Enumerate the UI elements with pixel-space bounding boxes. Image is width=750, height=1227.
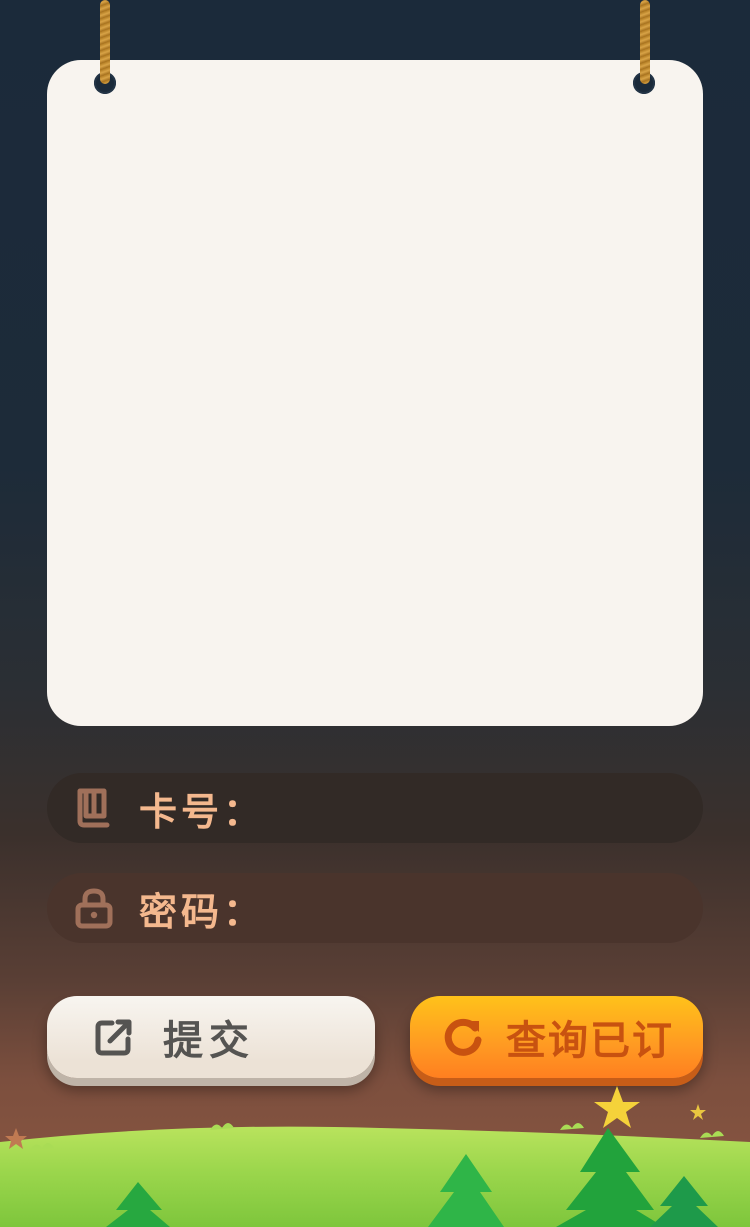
external-link-icon (93, 1016, 135, 1058)
query-booked-label: 查询已订 (506, 1018, 674, 1064)
right-rope (640, 0, 650, 84)
refresh-icon (442, 1016, 484, 1058)
book-icon (73, 787, 115, 829)
password-input[interactable] (265, 877, 673, 939)
lock-icon (73, 887, 115, 929)
submit-button[interactable]: 提交 (47, 996, 375, 1078)
submit-label: 提交 (163, 1018, 255, 1064)
grass-hill-scene (0, 1086, 750, 1227)
password-field[interactable]: 密码： (47, 873, 703, 943)
query-booked-button[interactable]: 查询已订 (410, 996, 703, 1078)
left-rope (100, 0, 110, 84)
card-number-field[interactable]: 卡号： (47, 773, 703, 843)
card-number-input[interactable] (265, 777, 673, 839)
password-label: 密码： (139, 889, 266, 934)
hanging-board (47, 60, 703, 726)
star-icon (594, 1086, 640, 1128)
star-icon (690, 1104, 706, 1120)
card-number-label: 卡号： (139, 789, 266, 834)
